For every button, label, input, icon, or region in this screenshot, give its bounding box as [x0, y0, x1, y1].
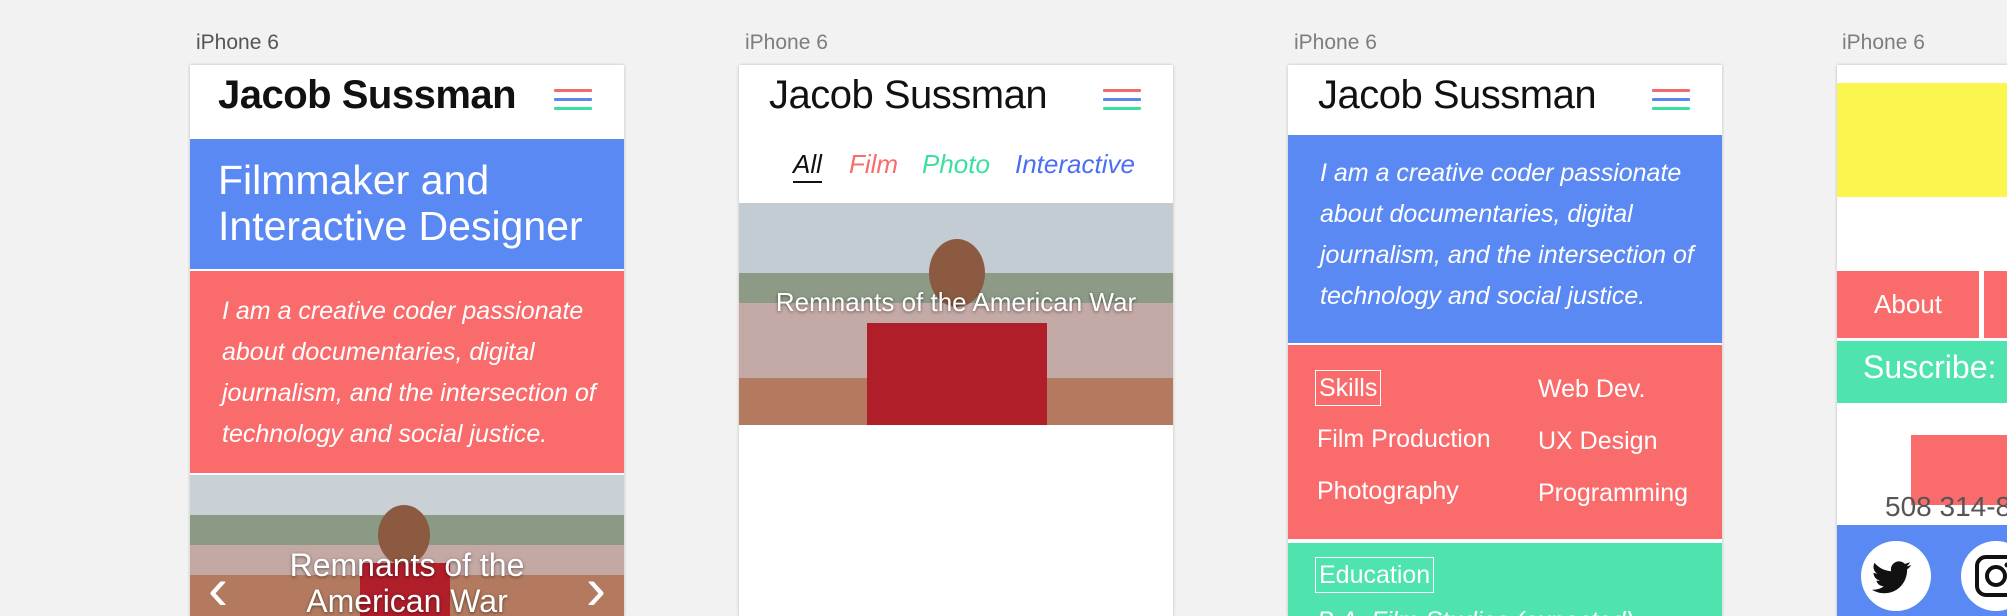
- skill-item: UX Design: [1538, 427, 1658, 455]
- skills-section: Skills Film Production Photography Web D…: [1288, 345, 1722, 539]
- filter-interactive[interactable]: Interactive: [1015, 149, 1135, 180]
- bio-line: technology and social justice.: [1320, 282, 1646, 310]
- artboard-home[interactable]: Jacob Sussman Filmmaker and Interactive …: [190, 65, 624, 616]
- bio-line: about documentaries, digital: [1320, 200, 1633, 228]
- featured-carousel[interactable]: Remnants of the American War ‹ ›: [190, 475, 624, 616]
- site-logo[interactable]: Jacob Sussman: [769, 73, 1048, 118]
- skills-heading: Skills: [1315, 370, 1382, 406]
- artboard-portfolio[interactable]: Jacob Sussman All Film Photo Interactive…: [739, 65, 1173, 616]
- about-button[interactable]: About: [1837, 271, 1979, 338]
- bio-line: I am a creative coder passionate: [1320, 159, 1682, 187]
- bio-section: I am a creative coder passionate about d…: [190, 271, 624, 473]
- filter-all[interactable]: All: [793, 149, 822, 183]
- artboard-label-4[interactable]: iPhone 6: [1842, 31, 1925, 55]
- artboard-label-2[interactable]: iPhone 6: [745, 31, 828, 55]
- artboard-label-1[interactable]: iPhone 6: [196, 31, 279, 55]
- skill-item: Photography: [1317, 477, 1459, 505]
- bio-line: about documentaries, digital: [222, 338, 535, 366]
- bio-line: technology and social justice.: [222, 420, 548, 448]
- filter-photo[interactable]: Photo: [922, 149, 990, 180]
- bio-section: I am a creative coder passionate about d…: [1288, 135, 1722, 343]
- tagline-line-2: Interactive Designer: [218, 203, 583, 249]
- hamburger-menu-icon[interactable]: [554, 89, 592, 113]
- project-caption[interactable]: Remnants of the American War: [739, 287, 1173, 318]
- tagline-line-1: Filmmaker and: [218, 157, 490, 203]
- artboard-label-3[interactable]: iPhone 6: [1294, 31, 1377, 55]
- skill-item: Programming: [1538, 479, 1689, 507]
- phone-number: 508 314-8: [1885, 491, 2007, 522]
- site-logo[interactable]: Jacob Sussman: [1318, 73, 1597, 118]
- site-header: Jacob Sussman: [1288, 65, 1722, 137]
- artboard-about[interactable]: Jacob Sussman I am a creative coder pass…: [1288, 65, 1722, 616]
- skill-item: Film Production: [1317, 425, 1491, 453]
- hamburger-menu-icon[interactable]: [1103, 89, 1141, 113]
- site-logo[interactable]: Jacob Sussman: [218, 73, 517, 118]
- portfolio-filters: All Film Photo Interactive: [739, 149, 1173, 189]
- instagram-icon[interactable]: [1961, 541, 2007, 611]
- project-card[interactable]: Remnants of the American War: [739, 203, 1173, 425]
- site-header: Jacob Sussman: [190, 65, 624, 137]
- bio-line: journalism, and the intersection of: [1320, 241, 1694, 269]
- twitter-icon[interactable]: [1861, 541, 1931, 611]
- chevron-right-icon[interactable]: ›: [586, 559, 606, 616]
- bio-line: I am a creative coder passionate: [222, 297, 584, 325]
- education-heading: Education: [1315, 557, 1435, 593]
- bio-line: journalism, and the intersection of: [222, 379, 596, 407]
- chevron-left-icon[interactable]: ‹: [208, 559, 228, 616]
- hamburger-menu-icon[interactable]: [1652, 89, 1690, 113]
- site-header: Jacob Sussman: [739, 65, 1173, 137]
- education-section: Education B.A. Film Studies (expected): [1288, 543, 1722, 616]
- subscribe-label: Suscribe:: [1837, 341, 2007, 403]
- skill-item: Web Dev.: [1538, 375, 1646, 403]
- yellow-banner: [1837, 83, 2007, 197]
- artboard-contact[interactable]: About Suscribe: 508 314-8: [1837, 65, 2007, 616]
- hero-tagline: Filmmaker and Interactive Designer: [190, 139, 624, 269]
- filter-film[interactable]: Film: [849, 149, 898, 180]
- featured-caption[interactable]: Remnants of the American War: [190, 547, 624, 616]
- nav-button[interactable]: [1984, 271, 2007, 338]
- social-bar: [1837, 525, 2007, 616]
- education-item: B.A. Film Studies (expected): [1317, 607, 1634, 616]
